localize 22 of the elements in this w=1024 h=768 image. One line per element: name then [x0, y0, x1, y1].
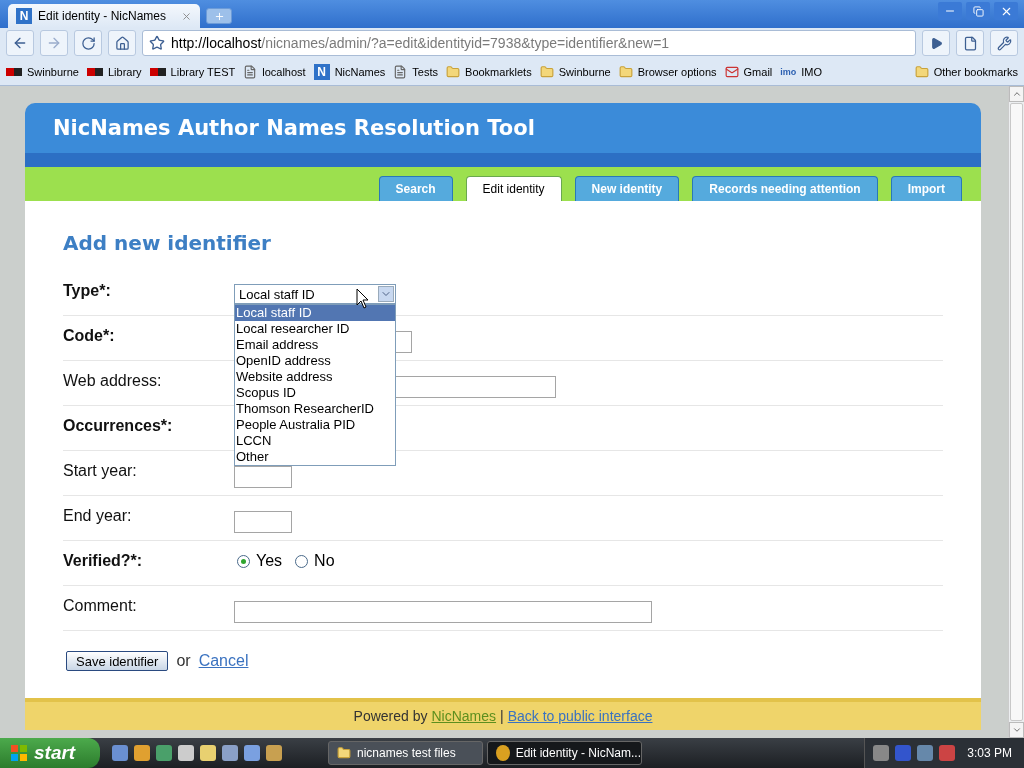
field-label: Code*: [63, 327, 116, 345]
powered-by-text: Powered by [353, 708, 428, 724]
url-text: http://localhost/nicnames/admin/?a=edit&identityid=7938&type=identifier&new=1 [171, 35, 670, 51]
select-value: Local staff ID [239, 286, 315, 302]
app-badge: N [16, 8, 32, 24]
form-heading: Add new identifier [63, 231, 272, 255]
app-badge: N [313, 63, 330, 80]
field-label: Start year: [63, 462, 138, 480]
field-label: Type*: [63, 282, 112, 300]
radio-label: No [314, 552, 335, 570]
field-label: Verified?*: [63, 552, 144, 570]
tab-title: Edit identity - NicNames [38, 9, 168, 23]
field-label: Comment: [63, 597, 138, 615]
clock: 3:03 PM [967, 746, 1012, 760]
or-text: or [176, 652, 191, 670]
site-title: NicNames Author Names Resolution Tool [53, 116, 535, 140]
field-label: Occurrences*: [63, 417, 174, 435]
field-label: End year: [63, 507, 133, 525]
imo-logo-text: imo [780, 66, 797, 77]
radio-label: Yes [256, 552, 283, 570]
field-label: Web address: [63, 372, 163, 390]
separator-text: | [500, 708, 504, 724]
